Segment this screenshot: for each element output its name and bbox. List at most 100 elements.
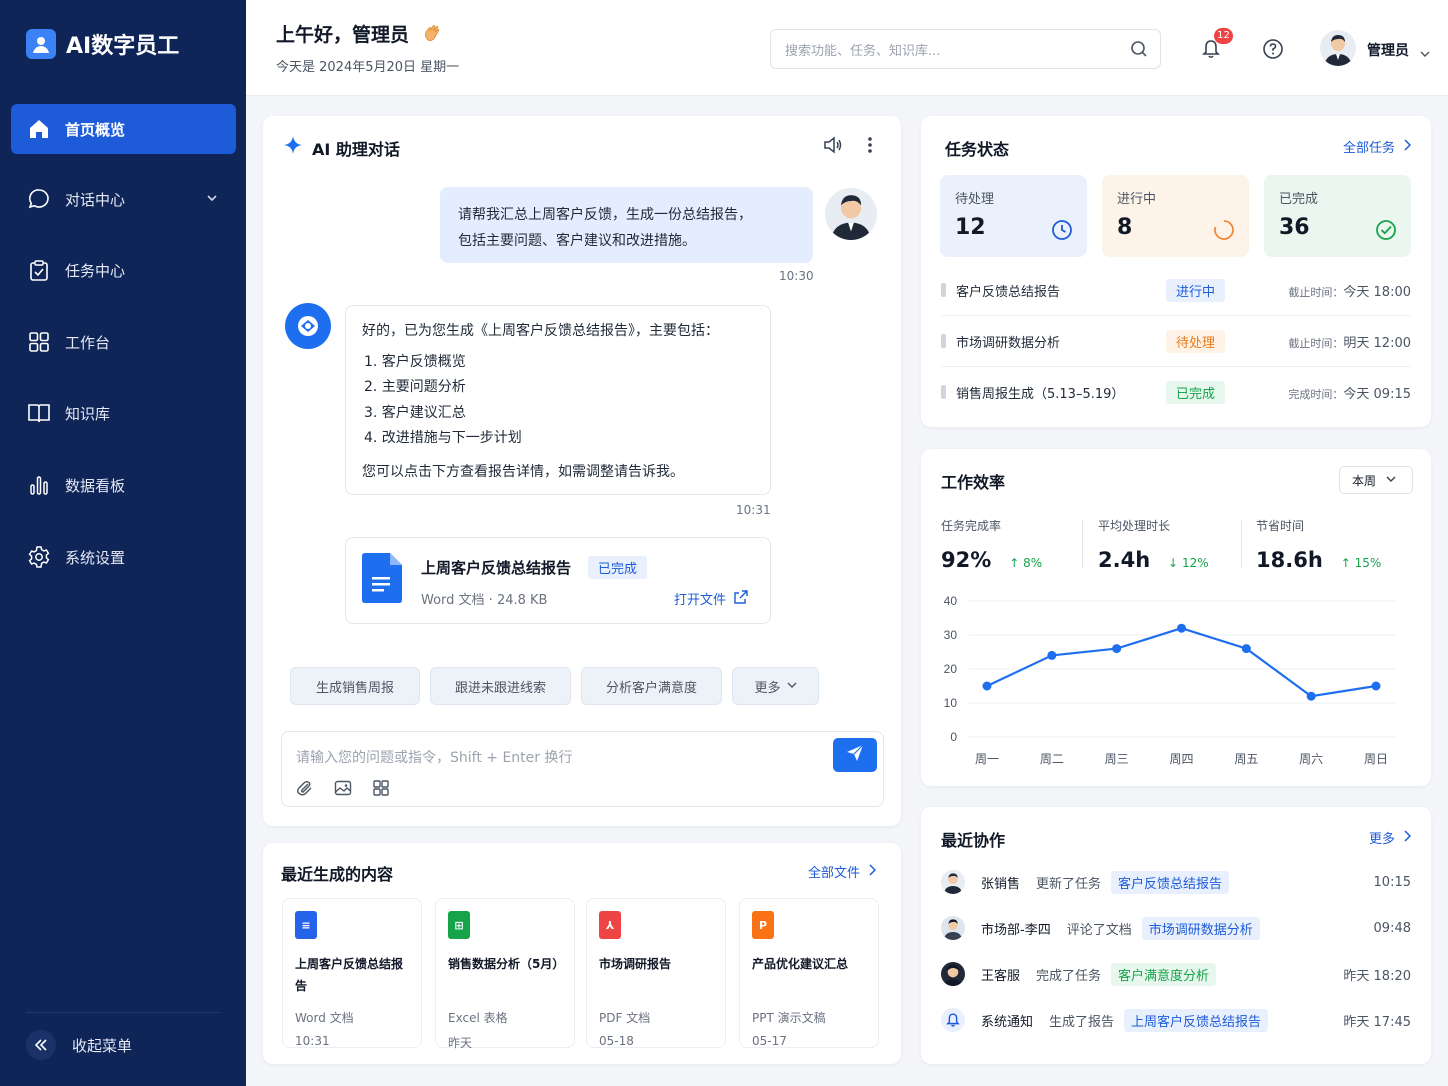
send-button[interactable] [833, 738, 877, 772]
task-title: 市场调研数据分析 [956, 335, 1061, 351]
more-chip-button[interactable]: 更多 [732, 667, 819, 705]
data-point [1112, 644, 1122, 654]
collab-time: 昨天 18:20 [1343, 968, 1411, 984]
kpi-value: 18.6h [1256, 548, 1323, 572]
link-label: 更多 [1369, 832, 1396, 847]
all-files-link[interactable]: 全部文件 [808, 862, 877, 881]
kpi-completion-rate: 任务完成率 92% ↑ 8% [941, 517, 1042, 572]
attachment-icon[interactable] [296, 779, 314, 801]
task-row[interactable]: 市场调研数据分析 待处理 截止时间：明天 12:00 [941, 316, 1411, 366]
current-date: 今天是 2024年5月20日 星期一 [276, 60, 460, 75]
sidebar-item-home[interactable]: 首页概览 [11, 104, 236, 154]
brand-name: AI数字员工 [66, 34, 180, 59]
quick-action-chip[interactable]: 生成销售周报 [290, 667, 420, 705]
help-icon[interactable] [1262, 38, 1284, 64]
user-name[interactable]: 管理员 [1367, 40, 1409, 60]
data-point [1241, 644, 1251, 654]
x-tick-label: 周四 [1169, 752, 1193, 766]
collab-target-link[interactable]: 客户满意度分析 [1111, 962, 1217, 986]
x-tick-label: 周日 [1364, 752, 1388, 766]
collab-target-link[interactable]: 上周客户反馈总结报告 [1124, 1008, 1269, 1032]
kpi-label: 平均处理时长 [1098, 519, 1171, 533]
chevron-right-icon [1403, 138, 1412, 155]
message-line: 好的，已为您生成《上周客户反馈总结报告》，主要包括： [362, 323, 719, 339]
sidebar-item-settings[interactable]: 系统设置 [11, 532, 236, 582]
collab-row[interactable]: 王客服 完成了任务 客户满意度分析 昨天 18:20 [941, 954, 1411, 994]
kpi-label: 任务完成率 [941, 519, 1002, 533]
collab-time: 09:48 [1373, 920, 1411, 936]
list-item: 3. 客户建议汇总 [364, 404, 466, 421]
notification-badge: 12 [1214, 28, 1233, 44]
stat-pending[interactable]: 待处理 12 [940, 175, 1087, 257]
image-icon[interactable] [334, 779, 352, 801]
file-attachment-card[interactable]: 上周客户反馈总结报告 已完成 Word 文档 · 24.8 KB 打开文件 [345, 537, 771, 624]
recent-file-card[interactable]: ≡ 上周客户反馈总结报告 Word 文档 10:31 [282, 898, 422, 1048]
speaker-icon[interactable] [823, 136, 843, 158]
stat-in-progress[interactable]: 进行中 8 [1102, 175, 1249, 257]
stat-completed[interactable]: 已完成 36 [1264, 175, 1411, 257]
search-icon[interactable] [1130, 40, 1148, 62]
sidebar-item-tasks[interactable]: 任务中心 [11, 245, 236, 295]
quick-action-chip[interactable]: 分析客户满意度 [581, 667, 722, 705]
y-tick-label: 0 [950, 730, 957, 744]
collab-action: 评论了文档 [1066, 922, 1132, 938]
collab-name: 市场部-李四 [981, 922, 1051, 938]
kpi-avg-duration: 平均处理时长 2.4h ↓ 12% [1098, 517, 1209, 572]
list-item: 2. 主要问题分析 [364, 379, 466, 395]
gear-icon [27, 545, 51, 569]
collapse-menu-button[interactable]: 收起菜单 [26, 1030, 132, 1060]
user-avatar [825, 188, 877, 240]
more-vertical-icon[interactable] [867, 136, 873, 158]
sidebar-item-dashboard[interactable]: 数据看板 [11, 460, 236, 510]
book-icon [27, 401, 51, 425]
recent-file-card[interactable]: ⊞ 销售数据分析（5月） Excel 表格 昨天 [435, 898, 575, 1050]
x-tick-label: 周三 [1105, 752, 1129, 766]
pdf-icon: ⅄ [599, 911, 621, 939]
brand-logo[interactable]: AI数字员工 [26, 28, 179, 60]
top-header: 上午好，管理员 今天是 2024年5月20日 星期一 搜索功能、任务、知识库..… [246, 0, 1448, 96]
status-badge: 待处理 [1166, 329, 1226, 353]
task-row[interactable]: 销售周报生成（5.13–5.19） 已完成 完成时间：今天 09:15 [941, 367, 1411, 417]
task-row[interactable]: 客户反馈总结报告 进行中 截止时间：今天 18:00 [941, 265, 1411, 315]
clock-icon [1051, 219, 1073, 245]
chat-input-placeholder: 请输入您的问题或指令，Shift + Enter 换行 [296, 750, 573, 766]
file-title: 上周客户反馈总结报告 [295, 957, 404, 993]
more-link[interactable]: 更多 [1369, 828, 1412, 847]
collab-row[interactable]: 市场部-李四 评论了文档 市场调研数据分析 09:48 [941, 908, 1411, 948]
stat-label: 进行中 [1117, 192, 1157, 207]
chat-input[interactable]: 请输入您的问题或指令，Shift + Enter 换行 [281, 731, 884, 807]
sidebar-item-label: 数据看板 [65, 476, 126, 495]
file-date: 10:31 [295, 1034, 330, 1048]
collab-row[interactable]: 张销售 更新了任务 客户反馈总结报告 10:15 [941, 862, 1411, 902]
sidebar-item-workbench[interactable]: 工作台 [11, 317, 236, 367]
list-item: 1. 客户反馈概览 [364, 353, 466, 370]
collab-row[interactable]: 系统通知 生成了报告 上周客户反馈总结报告 昨天 17:45 [941, 1000, 1411, 1040]
open-file-link[interactable]: 打开文件 [674, 589, 748, 608]
collab-action: 生成了报告 [1049, 1014, 1115, 1030]
chevron-right-icon [1403, 829, 1412, 846]
sidebar-item-knowledge[interactable]: 知识库 [11, 388, 236, 438]
quick-action-chip[interactable]: 跟进未跟进线索 [430, 667, 571, 705]
period-select[interactable]: 本周 [1339, 466, 1413, 494]
meta-value: 明天 12:00 [1343, 335, 1411, 351]
collab-target-link[interactable]: 市场调研数据分析 [1141, 916, 1260, 940]
recent-file-card[interactable]: P 产品优化建议汇总 PPT 演示文稿 05-17 [739, 898, 879, 1048]
link-label: 全部任务 [1343, 141, 1396, 156]
sidebar-item-chat[interactable]: 对话中心 [11, 174, 236, 224]
apps-icon[interactable] [372, 779, 390, 801]
chevron-down-icon[interactable] [206, 190, 218, 208]
file-name[interactable]: 上周客户反馈总结报告 [421, 557, 571, 578]
chevron-down-icon[interactable] [1420, 44, 1430, 63]
sidebar-item-label: 知识库 [65, 404, 111, 423]
divider [1082, 519, 1083, 569]
collab-target-link[interactable]: 客户反馈总结报告 [1111, 870, 1230, 894]
chat-title: AI 助理对话 [312, 140, 400, 159]
period-value: 本周 [1352, 473, 1377, 488]
search-input[interactable]: 搜索功能、任务、知识库... [770, 29, 1161, 69]
avatar[interactable] [1320, 30, 1356, 66]
list-item: 4. 改进措施与下一步计划 [364, 430, 522, 446]
message-line: 您可以点击下方查看报告详情，如需调整请告诉我。 [362, 463, 684, 480]
file-title: 产品优化建议汇总 [752, 957, 849, 971]
recent-file-card[interactable]: ⅄ 市场调研报告 PDF 文档 05-18 [586, 898, 726, 1048]
all-tasks-link[interactable]: 全部任务 [1343, 137, 1412, 156]
